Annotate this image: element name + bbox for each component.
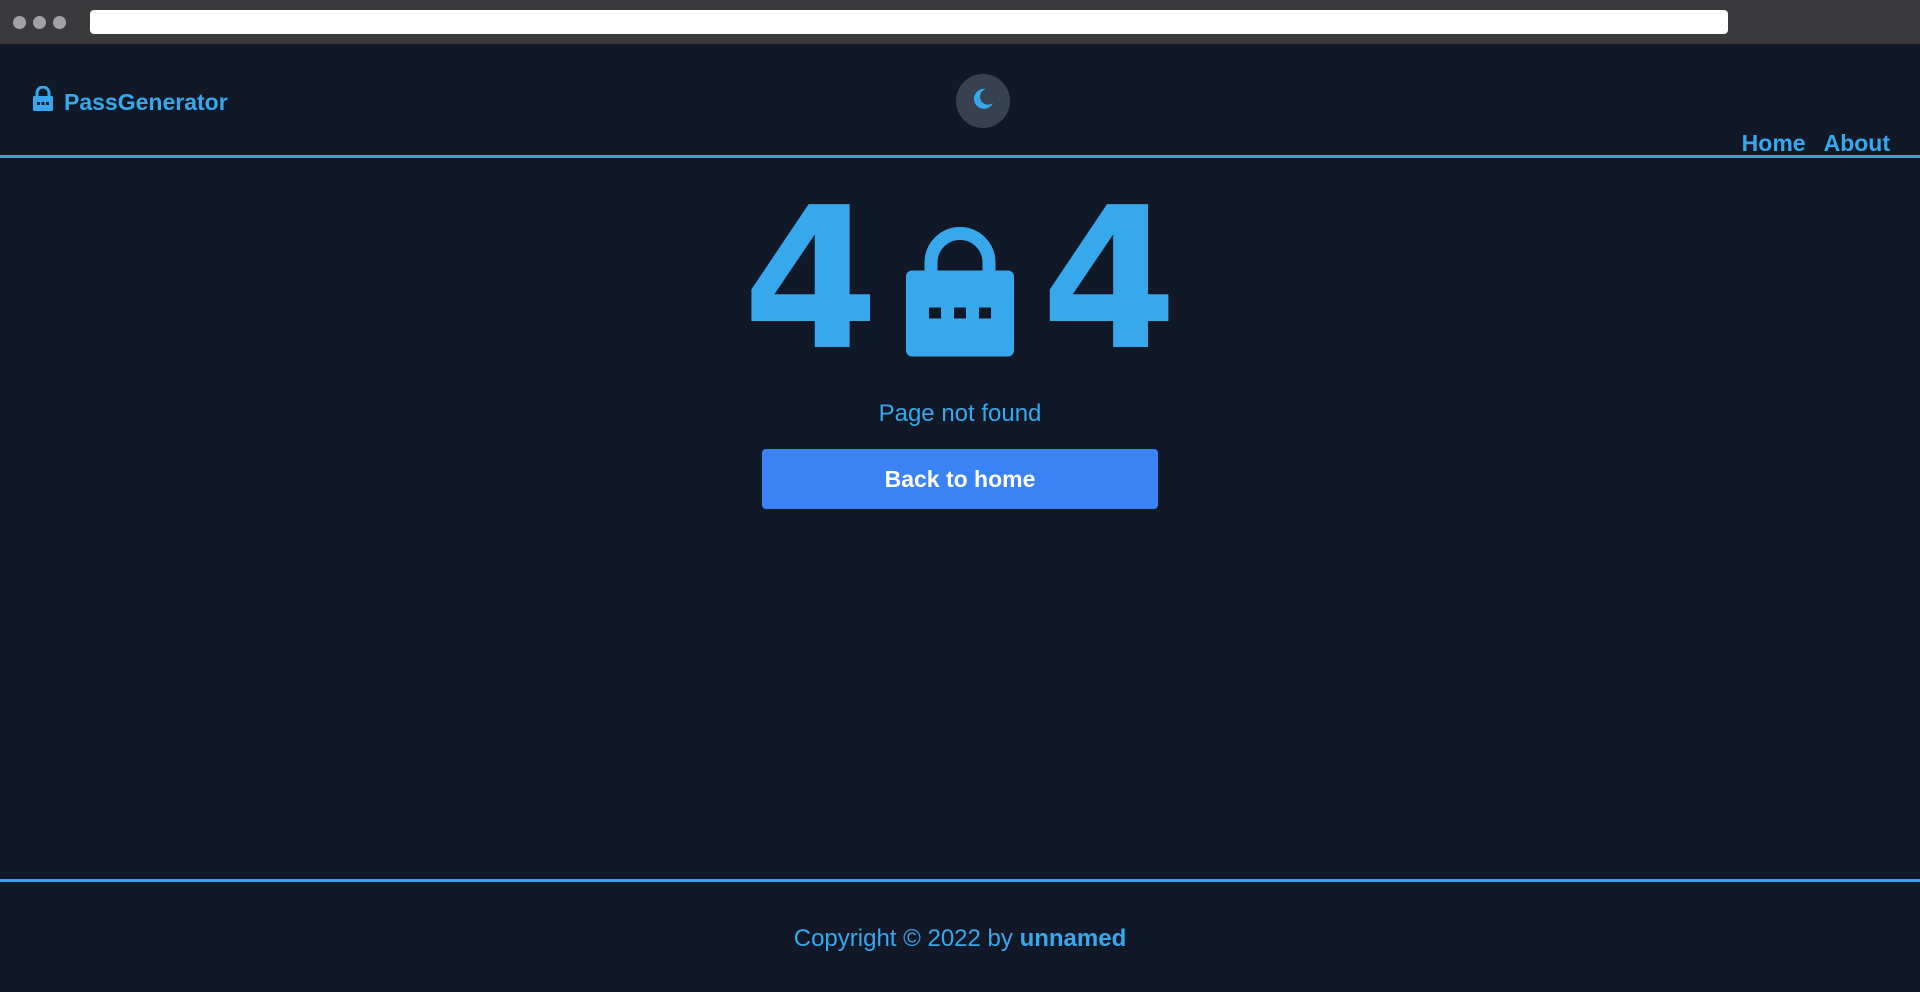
window-close-dot[interactable] — [13, 16, 26, 29]
window-maximize-dot[interactable] — [53, 16, 66, 29]
footer: Copyright © 2022 by unnamed — [0, 879, 1920, 992]
error-code: 4 4 — [0, 166, 1920, 394]
browser-chrome — [0, 0, 1920, 44]
copyright-text: Copyright © 2022 by unnamed — [0, 925, 1920, 953]
brand-link[interactable]: PassGenerator — [32, 85, 228, 118]
author-link[interactable]: unnamed — [1020, 925, 1127, 952]
address-bar[interactable] — [90, 10, 1728, 34]
copyright-prefix: Copyright © 2022 by — [793, 925, 1013, 952]
error-digit-left: 4 — [742, 166, 879, 394]
lock-icon — [32, 85, 54, 118]
theme-toggle-button[interactable] — [956, 74, 1010, 128]
window-minimize-dot[interactable] — [33, 16, 46, 29]
brand-name: PassGenerator — [64, 88, 228, 115]
nav-link-home[interactable]: Home — [1742, 130, 1806, 157]
nav-links: Home About — [1742, 130, 1890, 157]
back-to-home-button[interactable]: Back to home — [762, 449, 1158, 509]
lock-icon — [905, 205, 1015, 371]
error-message: Page not found — [878, 400, 1042, 427]
nav-link-about[interactable]: About — [1824, 130, 1890, 157]
moon-icon — [970, 86, 996, 117]
error-digit-right: 4 — [1041, 166, 1178, 394]
